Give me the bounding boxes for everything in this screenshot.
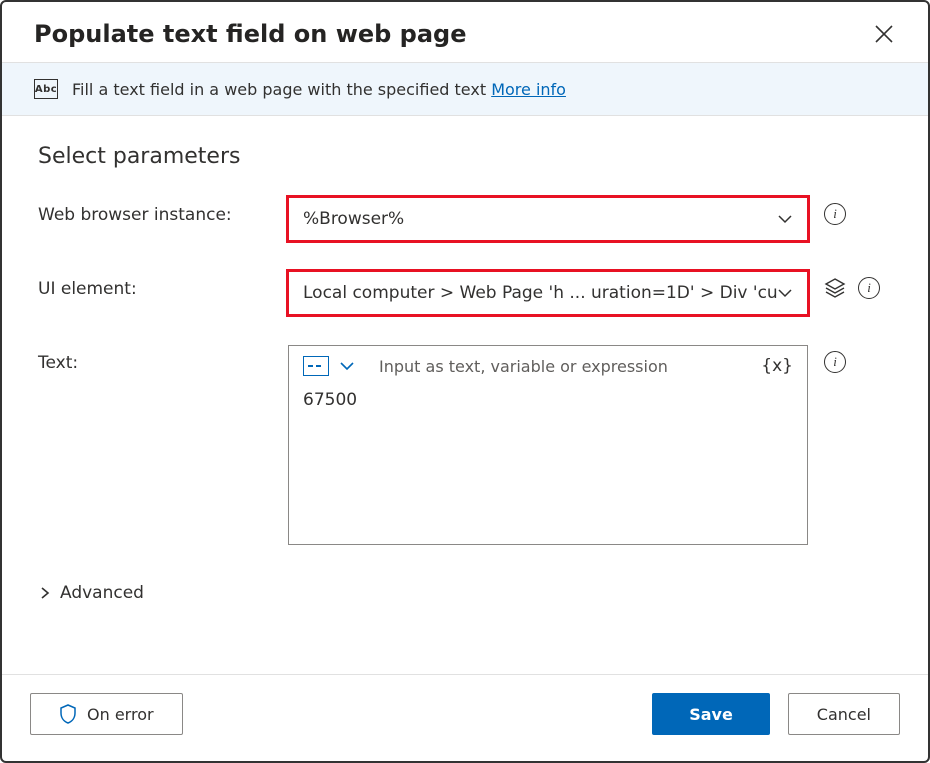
save-button[interactable]: Save <box>652 693 770 735</box>
ui-element-dropdown[interactable]: Local computer > Web Page 'h ... uration… <box>288 271 808 315</box>
advanced-toggle[interactable]: Advanced <box>38 583 892 603</box>
abc-icon: Abc <box>34 79 58 99</box>
banner-text-content: Fill a text field in a web page with the… <box>72 80 491 99</box>
shield-icon <box>59 704 77 724</box>
dialog-footer: On error Save Cancel <box>2 674 928 761</box>
text-editor[interactable]: Input as text, variable or expression {x… <box>288 345 808 545</box>
chevron-down-icon[interactable] <box>339 358 355 374</box>
ui-element-value: Local computer > Web Page 'h ... uration… <box>303 283 777 303</box>
close-button[interactable] <box>872 22 896 46</box>
dialog-header: Populate text field on web page <box>2 2 928 62</box>
cancel-button[interactable]: Cancel <box>788 693 900 735</box>
row-text: Text: Input as text, variable or express… <box>38 345 892 545</box>
editor-toolbar: Input as text, variable or expression {x… <box>303 356 793 376</box>
more-info-link[interactable]: More info <box>491 80 566 99</box>
text-mode-icon[interactable] <box>303 356 329 376</box>
chevron-down-icon <box>777 211 793 227</box>
cancel-label: Cancel <box>817 705 871 724</box>
row-browser: Web browser instance: %Browser% i <box>38 197 892 241</box>
editor-placeholder: Input as text, variable or expression <box>365 357 751 376</box>
on-error-button[interactable]: On error <box>30 693 183 735</box>
info-icon-text[interactable]: i <box>824 351 846 373</box>
info-icon-ui-element[interactable]: i <box>858 277 880 299</box>
info-icon-browser[interactable]: i <box>824 203 846 225</box>
dialog: Populate text field on web page Abc Fill… <box>0 0 930 763</box>
dialog-title: Populate text field on web page <box>34 20 467 48</box>
layers-icon[interactable] <box>824 277 846 299</box>
close-icon <box>875 25 893 43</box>
section-title: Select parameters <box>38 144 892 169</box>
chevron-right-icon <box>38 586 52 600</box>
banner-text: Fill a text field in a web page with the… <box>72 80 566 99</box>
label-browser: Web browser instance: <box>38 197 288 225</box>
browser-value: %Browser% <box>303 209 404 229</box>
on-error-label: On error <box>87 705 154 724</box>
variable-picker[interactable]: {x} <box>761 356 793 376</box>
text-value[interactable]: 67500 <box>303 390 793 410</box>
info-banner: Abc Fill a text field in a web page with… <box>2 62 928 116</box>
dialog-body: Select parameters Web browser instance: … <box>2 116 928 674</box>
advanced-label: Advanced <box>60 583 144 603</box>
label-text: Text: <box>38 345 288 373</box>
footer-actions: Save Cancel <box>652 693 900 735</box>
save-label: Save <box>689 705 733 724</box>
browser-dropdown[interactable]: %Browser% <box>288 197 808 241</box>
chevron-down-icon <box>777 285 793 301</box>
label-ui-element: UI element: <box>38 271 288 299</box>
row-ui-element: UI element: Local computer > Web Page 'h… <box>38 271 892 315</box>
